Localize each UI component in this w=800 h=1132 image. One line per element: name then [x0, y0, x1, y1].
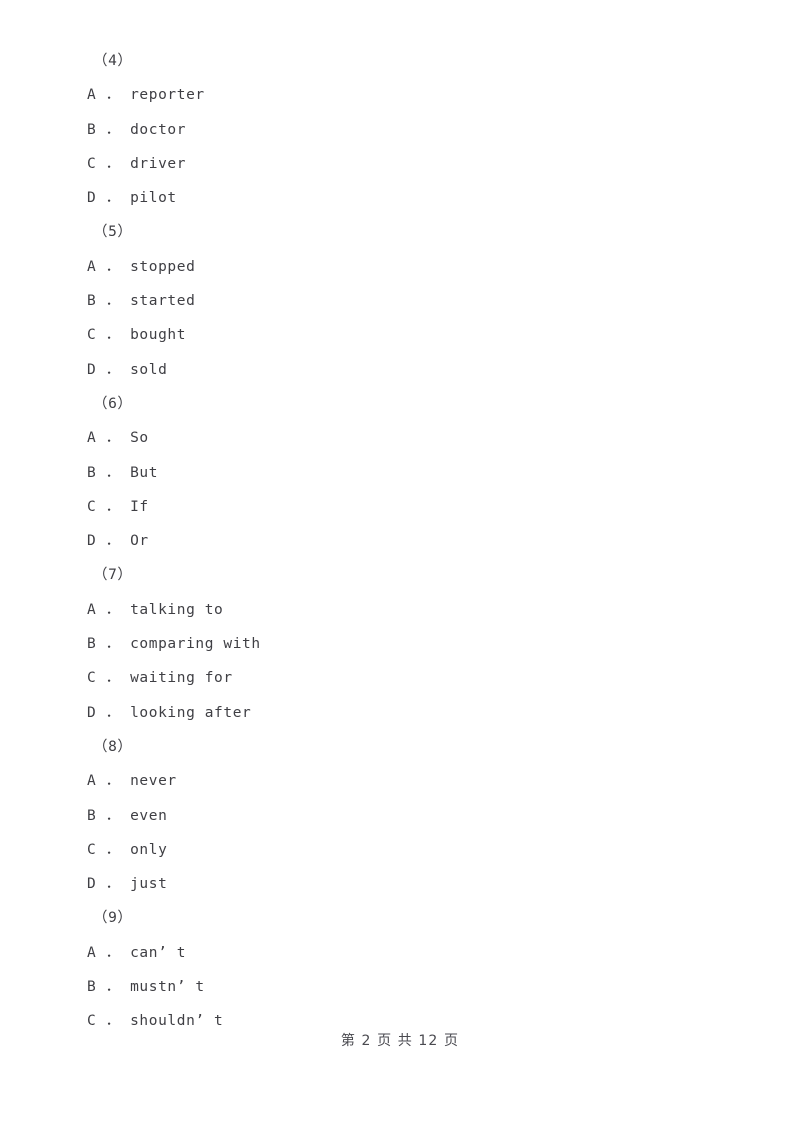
- option-item[interactable]: D ． Or: [86, 524, 726, 558]
- question-number: （9）: [93, 910, 133, 927]
- option-item[interactable]: B ． doctor: [86, 113, 726, 147]
- option-item[interactable]: C ． waiting for: [86, 661, 726, 695]
- option-item[interactable]: C ． If: [86, 490, 726, 524]
- page-footer: 第 2 页 共 12 页: [340, 1033, 460, 1049]
- option-item[interactable]: C ． only: [86, 833, 726, 867]
- option-item[interactable]: C ． bought: [86, 318, 726, 352]
- question-number: （6）: [93, 395, 133, 412]
- option-item[interactable]: B ． started: [86, 284, 726, 318]
- question-number: （4）: [93, 53, 133, 69]
- document-page: （4） A ． reporter B ． doctor C ． driver D…: [0, 0, 800, 1132]
- option-item[interactable]: D ． looking after: [86, 696, 726, 730]
- option-item[interactable]: A ． never: [86, 764, 726, 798]
- option-item[interactable]: B ． But: [86, 456, 726, 490]
- option-item[interactable]: A ． So: [86, 421, 726, 455]
- option-item[interactable]: B ． comparing with: [86, 627, 726, 661]
- question-list: （4） A ． reporter B ． doctor C ． driver D…: [86, 44, 726, 1039]
- option-item[interactable]: D ． just: [86, 867, 726, 901]
- question-number: （8）: [93, 738, 133, 755]
- option-item[interactable]: D ． pilot: [86, 181, 726, 215]
- question-number: （7）: [93, 567, 133, 584]
- option-item[interactable]: C ． driver: [86, 147, 726, 181]
- option-item[interactable]: A ． reporter: [86, 78, 726, 112]
- option-item[interactable]: B ． mustn’ t: [86, 970, 726, 1004]
- option-item[interactable]: B ． even: [86, 799, 726, 833]
- option-item[interactable]: D ． sold: [86, 353, 726, 387]
- option-item[interactable]: A ． can’ t: [86, 936, 726, 970]
- option-item[interactable]: A ． stopped: [86, 250, 726, 284]
- option-item[interactable]: A ． talking to: [86, 593, 726, 627]
- question-number: （5）: [93, 224, 133, 241]
